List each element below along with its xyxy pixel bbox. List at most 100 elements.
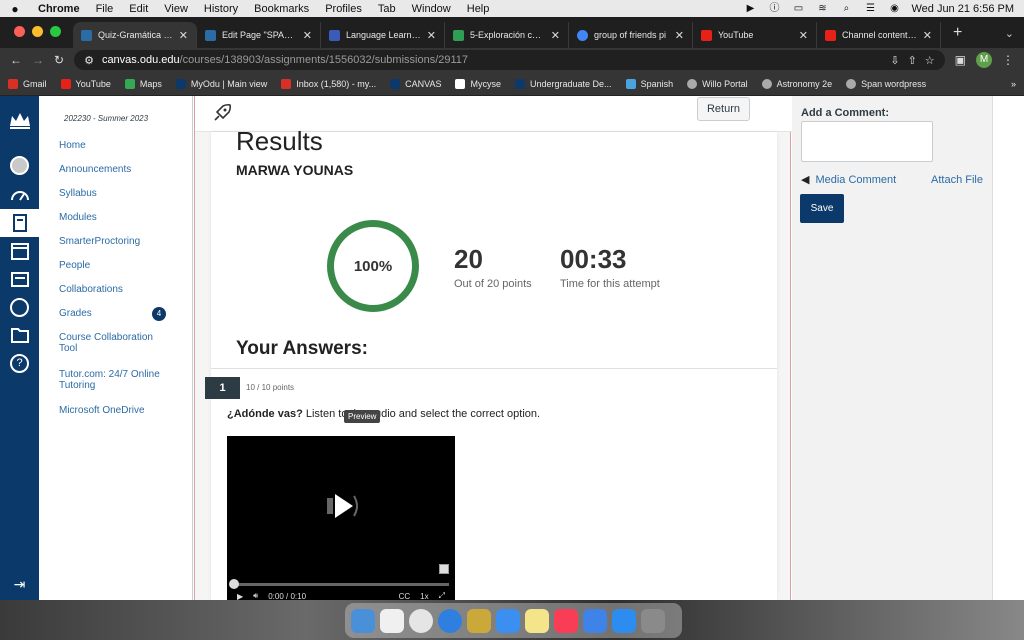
account-icon[interactable] xyxy=(0,151,39,179)
reload-icon[interactable]: ↻ xyxy=(54,53,64,67)
dashboard-icon[interactable] xyxy=(0,181,39,209)
new-tab-icon[interactable]: + xyxy=(941,24,974,48)
menu-window[interactable]: Window xyxy=(404,3,459,15)
trash-icon[interactable] xyxy=(641,608,665,633)
attach-file-link[interactable]: Attach File xyxy=(931,174,983,186)
tab-close-icon[interactable]: ✕ xyxy=(923,29,932,42)
browser-tab[interactable]: group of friends pi ✕ xyxy=(569,22,693,48)
browser-tab[interactable]: Channel content - Y ✕ xyxy=(817,22,941,48)
volume-icon[interactable]: 🔊︎ xyxy=(253,591,258,600)
forward-icon[interactable]: → xyxy=(32,53,44,67)
bookmark-item[interactable]: Span wordpress xyxy=(846,78,926,89)
menu-bookmarks[interactable]: Bookmarks xyxy=(246,3,317,15)
menu-clock[interactable]: Wed Jun 21 6:56 PM xyxy=(911,3,1014,15)
tab-close-icon[interactable]: ✕ xyxy=(303,29,312,42)
tab-close-icon[interactable]: ✕ xyxy=(551,29,560,42)
close-window-button[interactable] xyxy=(14,26,25,37)
video-play-icon[interactable]: ▶ xyxy=(237,592,243,601)
course-nav-modules[interactable]: Modules xyxy=(59,212,97,223)
course-nav-syllabus[interactable]: Syllabus xyxy=(59,188,97,199)
menu-tab[interactable]: Tab xyxy=(370,3,404,15)
play-icon[interactable]: ▶ xyxy=(743,3,757,14)
minimize-window-button[interactable] xyxy=(32,26,43,37)
mail-icon[interactable] xyxy=(496,608,520,633)
bookmark-item[interactable]: CANVAS xyxy=(390,78,441,89)
menu-history[interactable]: History xyxy=(196,3,246,15)
course-nav-grades[interactable]: Grades xyxy=(59,308,92,319)
course-nav-onedrive[interactable]: Microsoft OneDrive xyxy=(59,405,145,416)
collapse-nav-icon[interactable]: ⇥ xyxy=(0,570,39,598)
browser-tab[interactable]: Language Learning ✕ xyxy=(321,22,445,48)
bookmark-item[interactable]: Astronomy 2e xyxy=(761,78,832,89)
bookmark-item[interactable]: Gmail xyxy=(8,78,47,89)
calendar-icon[interactable] xyxy=(0,237,39,265)
course-nav-home[interactable]: Home xyxy=(59,140,86,151)
chrome-menu-icon[interactable]: ⋮ xyxy=(1002,53,1014,67)
save-comment-button[interactable]: Save xyxy=(800,194,844,223)
siri-icon[interactable]: ◉ xyxy=(887,3,901,14)
menu-app-name[interactable]: Chrome xyxy=(30,3,88,15)
install-icon[interactable]: ⇩ xyxy=(890,54,899,67)
captions-icon[interactable]: CC xyxy=(399,592,411,601)
profile-avatar[interactable]: M xyxy=(976,52,992,68)
bookmark-item[interactable]: Willo Portal xyxy=(687,78,748,89)
course-nav-smarterproctoring[interactable]: SmarterProctoring xyxy=(59,236,140,247)
bookmark-item[interactable]: YouTube xyxy=(60,78,111,89)
chrome-icon[interactable] xyxy=(409,608,433,633)
tab-close-icon[interactable]: ✕ xyxy=(179,29,188,42)
safari-icon[interactable] xyxy=(438,608,462,633)
share-icon[interactable]: ⇧ xyxy=(908,54,917,67)
browser-tab[interactable]: Edit Page "SPAN 10 ✕ xyxy=(197,22,321,48)
apple-menu-icon[interactable]: ● xyxy=(0,2,30,16)
return-button[interactable]: Return xyxy=(697,97,750,121)
play-button-icon[interactable] xyxy=(323,488,363,524)
side-panel-icon[interactable]: ▣ xyxy=(955,53,966,67)
spotlight-search-icon[interactable]: ⌕ xyxy=(839,3,853,14)
help-icon[interactable]: ? xyxy=(0,349,39,377)
more-bookmarks-icon[interactable]: » xyxy=(1011,79,1016,89)
launchpad-icon[interactable] xyxy=(380,608,404,633)
video-scrubber-handle[interactable] xyxy=(229,579,239,589)
crown-logo-icon[interactable] xyxy=(0,106,39,134)
bookmark-item[interactable]: Inbox (1,580) - my... xyxy=(281,78,376,89)
battery-icon[interactable]: ▭ xyxy=(791,3,805,14)
bookmark-item[interactable]: MyOdu | Main view xyxy=(175,78,267,89)
bookmark-item[interactable]: Undergraduate De... xyxy=(515,78,612,89)
notes-icon[interactable] xyxy=(525,608,549,633)
bookmark-item[interactable]: Spanish xyxy=(625,78,673,89)
page-scroll-region[interactable] xyxy=(992,96,1024,600)
rocket-icon[interactable] xyxy=(211,102,233,124)
commons-icon[interactable] xyxy=(0,321,39,349)
audio-video-player[interactable]: ▶ 🔊︎ 0:00 / 0:10 CC 1x ⤢ xyxy=(227,436,455,600)
tab-search-chevron-icon[interactable]: ⌄ xyxy=(995,27,1024,48)
browser-tab[interactable]: YouTube ✕ xyxy=(693,22,817,48)
menu-edit[interactable]: Edit xyxy=(121,3,156,15)
course-nav-tutor[interactable]: Tutor.com: 24/7 Online Tutoring xyxy=(59,369,169,391)
bookmark-star-icon[interactable]: ☆ xyxy=(925,54,935,67)
bookmark-item[interactable]: Mycyse xyxy=(455,78,501,89)
media-comment-link[interactable]: ◀ Media Comment xyxy=(801,173,896,187)
menu-profiles[interactable]: Profiles xyxy=(317,3,370,15)
zoom-window-button[interactable] xyxy=(50,26,61,37)
course-nav-collaborations[interactable]: Collaborations xyxy=(59,284,123,295)
control-center-icon[interactable]: ☰ xyxy=(863,3,877,14)
history-icon[interactable] xyxy=(0,293,39,321)
comment-textarea[interactable] xyxy=(801,121,933,162)
video-progress-bar[interactable] xyxy=(233,583,449,586)
wifi-icon[interactable]: ≋ xyxy=(815,3,829,14)
app-icon[interactable] xyxy=(467,608,491,633)
bookmark-item[interactable]: Maps xyxy=(124,78,162,89)
courses-icon[interactable] xyxy=(0,209,39,237)
app-store-icon[interactable] xyxy=(612,608,636,633)
browser-tab[interactable]: Quiz-Gramática 3.3 ✕ xyxy=(73,22,197,48)
music-icon[interactable] xyxy=(554,608,578,633)
inbox-icon[interactable] xyxy=(0,265,39,293)
tab-close-icon[interactable]: ✕ xyxy=(427,29,436,42)
info-icon[interactable]: ⓘ xyxy=(767,3,781,14)
keynote-icon[interactable] xyxy=(583,608,607,633)
course-nav-announcements[interactable]: Announcements xyxy=(59,164,131,175)
menu-file[interactable]: File xyxy=(88,3,122,15)
playback-speed[interactable]: 1x xyxy=(420,592,428,601)
menu-view[interactable]: View xyxy=(156,3,196,15)
browser-tab[interactable]: 5-Exploración cultu ✕ xyxy=(445,22,569,48)
